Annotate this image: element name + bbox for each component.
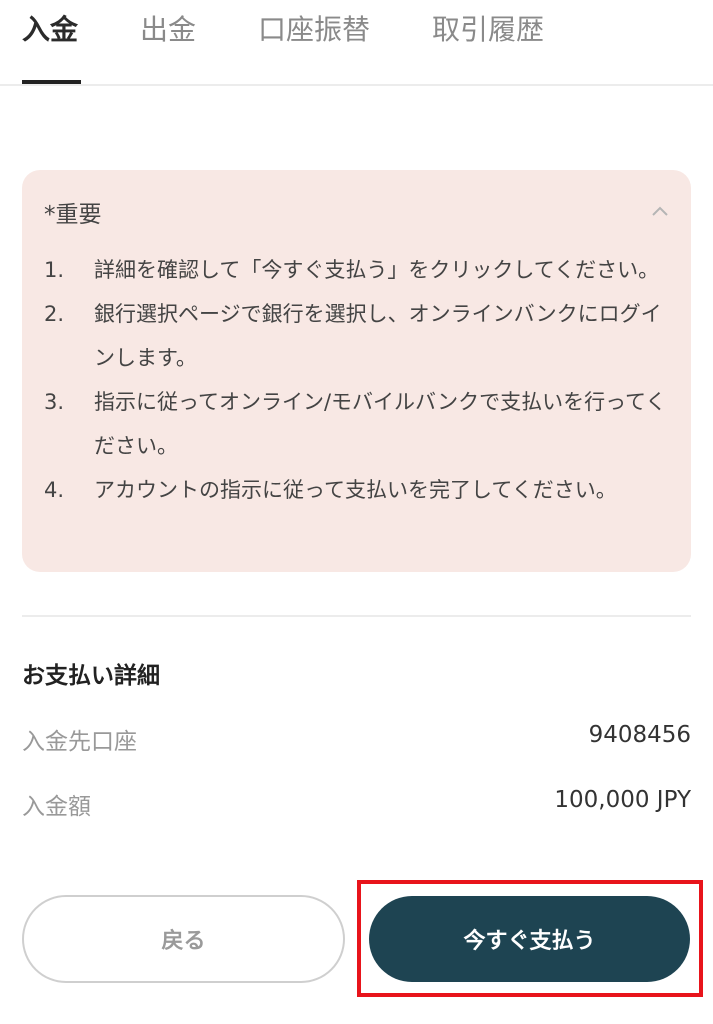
list-item: 1. 詳細を確認して「今すぐ支払う」をクリックしてください。 [44, 248, 674, 292]
list-item: 4. アカウントの指示に従って支払いを完了してください。 [44, 468, 674, 512]
step-number: 3. [44, 390, 65, 414]
step-text: 銀行選択ページで銀行を選択し、オンラインバンクにログインします。 [94, 302, 662, 370]
step-text: アカウントの指示に従って支払いを完了してください。 [94, 478, 617, 502]
step-text: 指示に従ってオンライン/モバイルバンクで支払いを行ってください。 [94, 390, 667, 458]
list-item: 3. 指示に従ってオンライン/モバイルバンクで支払いを行ってください。 [44, 380, 674, 468]
deposit-account-value: 9408456 [588, 722, 691, 748]
deposit-account-row: 入金先口座 9408456 [22, 722, 691, 762]
deposit-amount-value: 100,000 JPY [554, 787, 691, 813]
payment-details-title: お支払い詳細 [22, 663, 160, 689]
section-divider [22, 615, 691, 617]
notice-title: *重要 [44, 202, 102, 228]
step-number: 1. [44, 258, 65, 282]
back-button[interactable]: 戻る [22, 895, 345, 983]
deposit-account-label: 入金先口座 [22, 729, 137, 755]
step-text: 詳細を確認して「今すぐ支払う」をクリックしてください。 [94, 258, 660, 282]
tab-deposit[interactable]: 入金 [22, 8, 78, 48]
deposit-amount-row: 入金額 100,000 JPY [22, 787, 691, 827]
tab-withdraw[interactable]: 出金 [140, 8, 196, 48]
list-item: 2. 銀行選択ページで銀行を選択し、オンラインバンクにログインします。 [44, 292, 674, 380]
important-notice: *重要 1. 詳細を確認して「今すぐ支払う」をクリックしてください。 2. 銀行… [22, 170, 691, 572]
active-tab-indicator [22, 80, 81, 84]
step-number: 4. [44, 478, 65, 502]
pay-now-button[interactable]: 今すぐ支払う [369, 896, 690, 982]
instruction-list: 1. 詳細を確認して「今すぐ支払う」をクリックしてください。 2. 銀行選択ペー… [44, 248, 674, 512]
tab-transaction-history[interactable]: 取引履歴 [432, 8, 544, 48]
deposit-amount-label: 入金額 [22, 794, 91, 820]
step-number: 2. [44, 302, 65, 326]
tab-bar: 入金 出金 口座振替 取引履歴 [0, 0, 713, 86]
chevron-up-icon[interactable] [649, 200, 671, 222]
tab-account-transfer[interactable]: 口座振替 [258, 8, 370, 48]
